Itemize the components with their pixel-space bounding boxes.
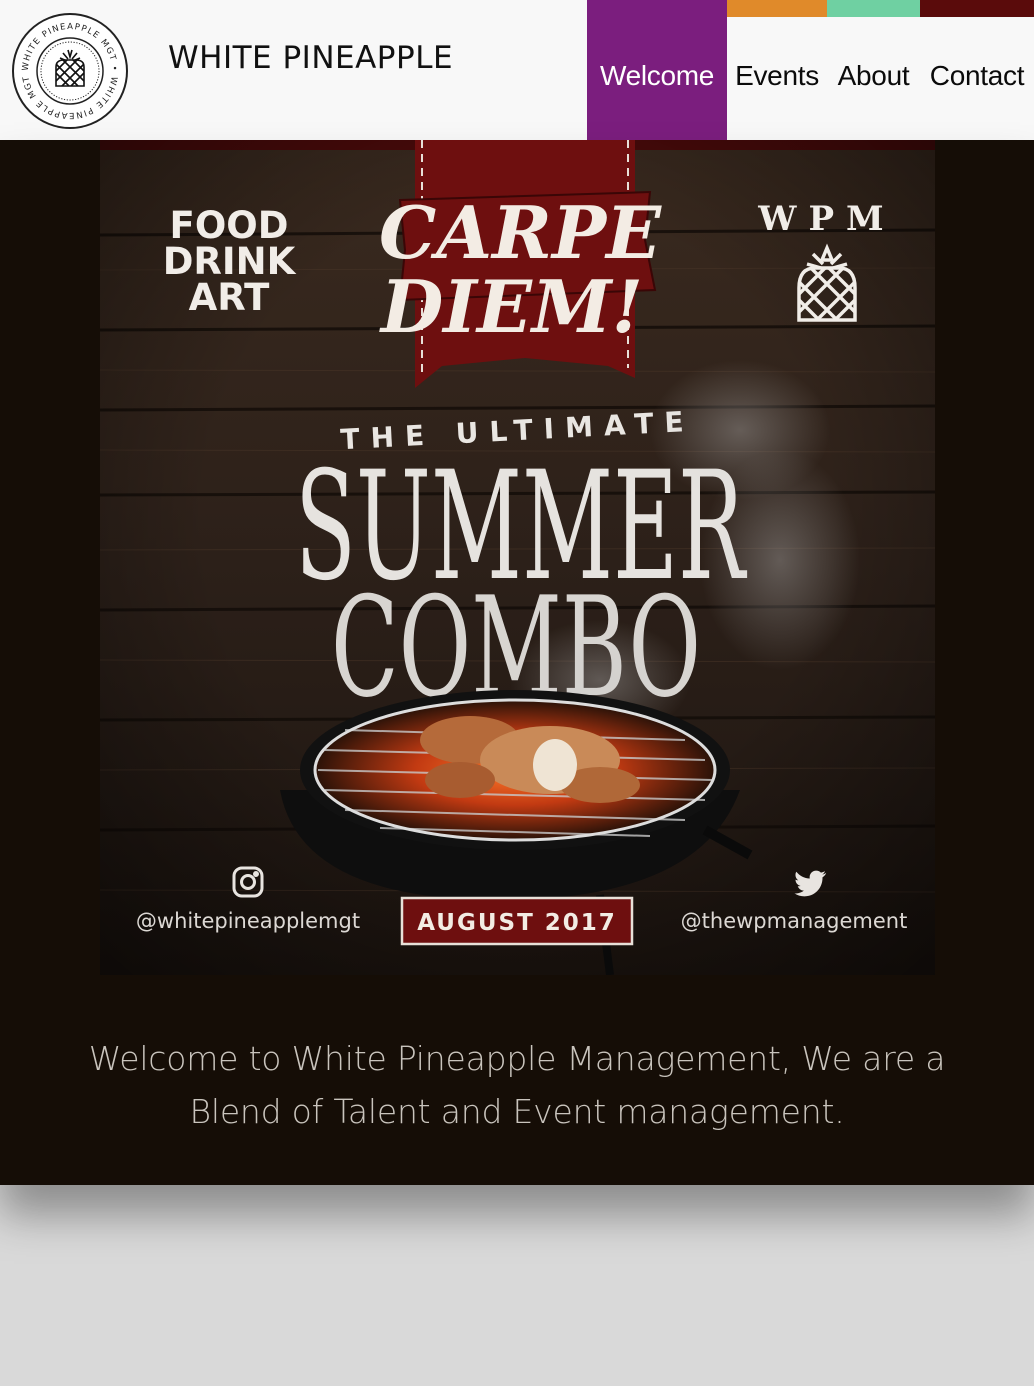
poster-artwork: CARPE DIEM! FOOD DRINK ART WPM THE ULTIM…	[100, 140, 935, 975]
nav-item-label: Events	[735, 60, 819, 91]
banner-line2: DIEM!	[379, 264, 643, 349]
banner-line1: CARPE	[379, 190, 662, 275]
tagline-line3: ART	[189, 276, 270, 319]
nav-accent-bar	[727, 0, 827, 17]
nav-item-events[interactable]: Events	[727, 0, 827, 140]
nav-item-label: Contact	[929, 60, 1025, 91]
main-nav: Welcome Events About Contact	[587, 0, 1034, 140]
nav-item-contact[interactable]: Contact	[920, 0, 1034, 140]
nav-item-label: Welcome	[599, 60, 715, 91]
site-header: WHITE PINEAPPLE MGT • WHITE PINEAPPLE MG…	[0, 0, 1034, 140]
nav-accent-bar	[827, 0, 920, 17]
wpm-mark: WPM	[757, 199, 895, 239]
pineapple-seal-icon[interactable]: WHITE PINEAPPLE MGT • WHITE PINEAPPLE MG…	[11, 12, 129, 130]
nav-item-label: About	[837, 60, 910, 91]
date-badge: AUGUST 2017	[417, 910, 617, 936]
hero-section: CARPE DIEM! FOOD DRINK ART WPM THE ULTIM…	[0, 140, 1034, 1185]
event-poster[interactable]: CARPE DIEM! FOOD DRINK ART WPM THE ULTIM…	[100, 140, 935, 975]
instagram-handle: @whitepineapplemgt	[136, 909, 360, 933]
nav-accent-bar	[587, 0, 727, 17]
twitter-handle: @thewpmanagement	[681, 909, 908, 933]
nav-item-about[interactable]: About	[827, 0, 920, 140]
nav-accent-bar	[920, 0, 1034, 17]
nav-item-welcome[interactable]: Welcome	[587, 0, 727, 140]
welcome-message: Welcome to White Pineapple Management, W…	[88, 1039, 946, 1131]
brand-name[interactable]: WHITE PINEAPPLE	[168, 40, 453, 76]
